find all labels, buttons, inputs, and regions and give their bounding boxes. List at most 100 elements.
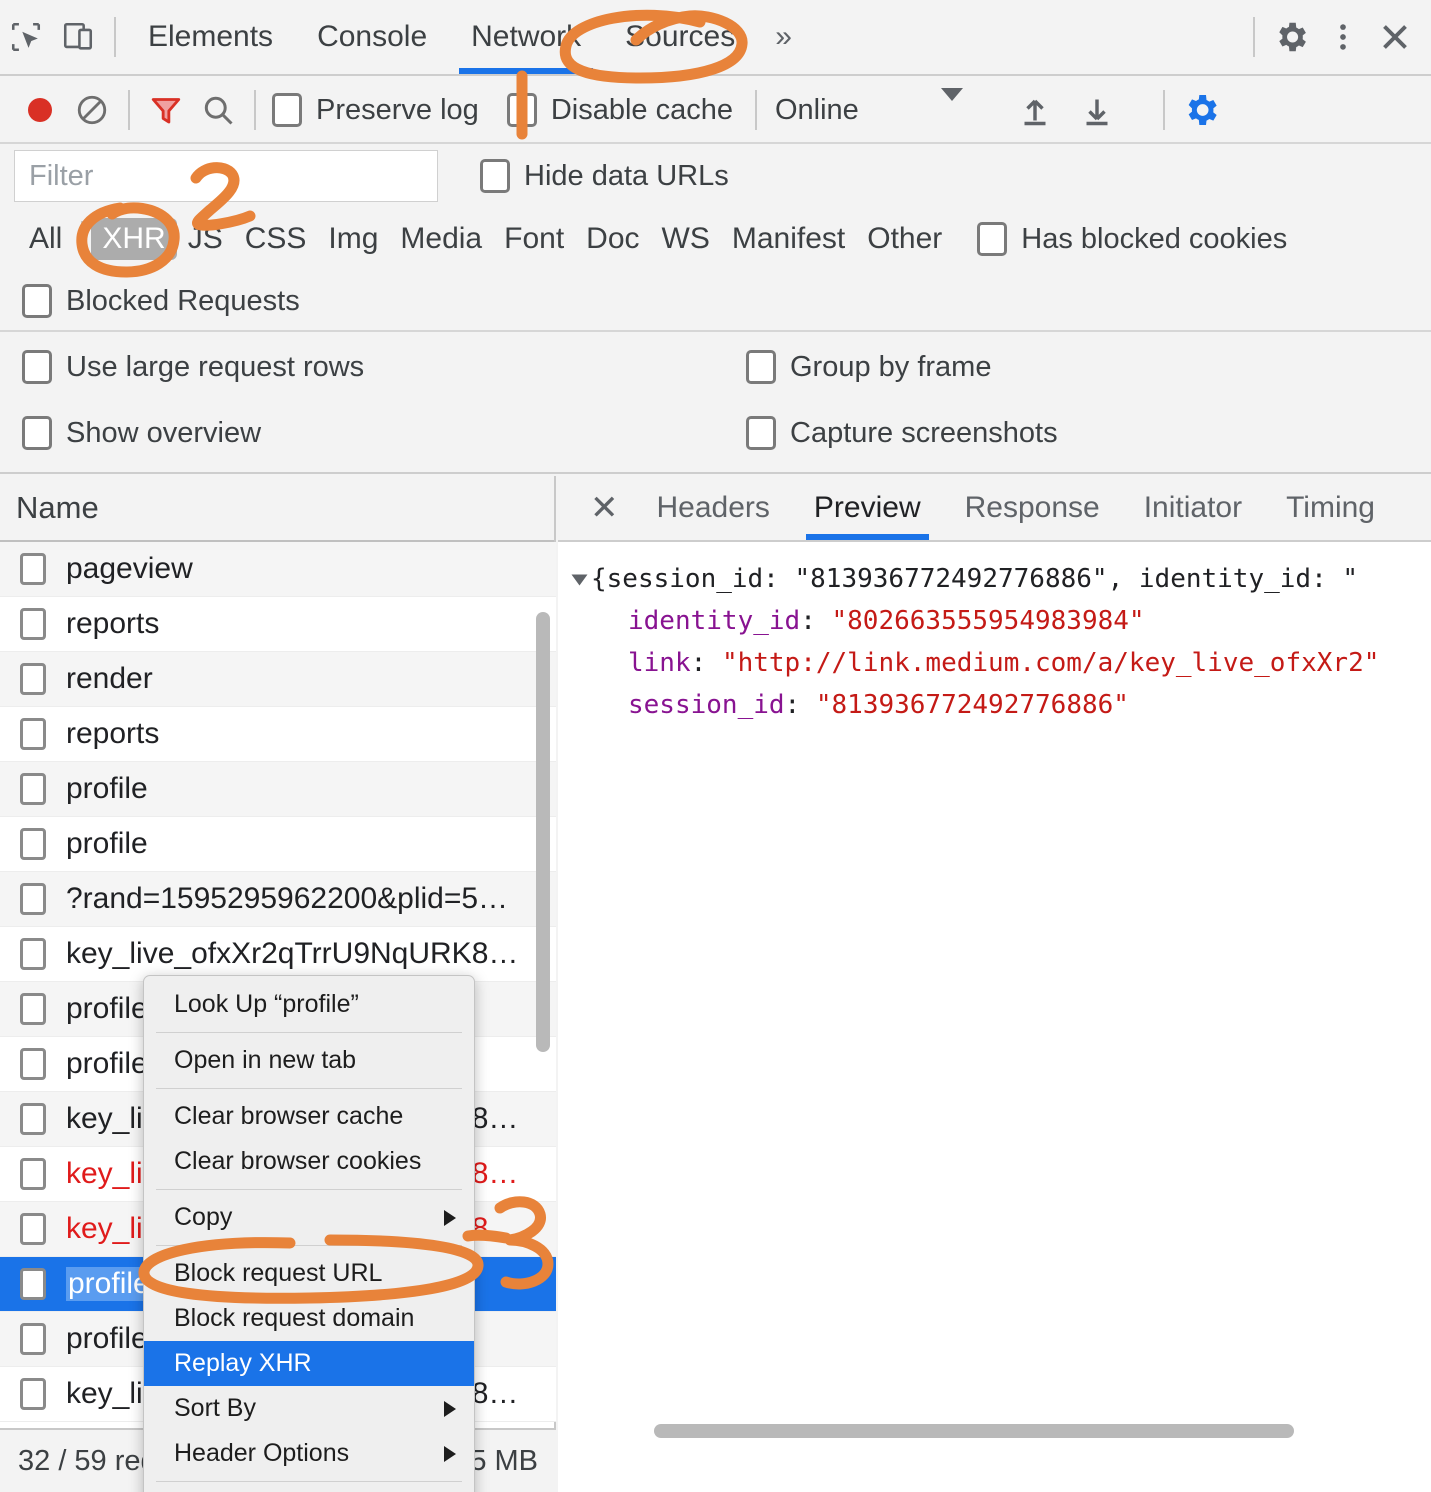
show-overview-checkbox[interactable]: Show overview	[22, 416, 261, 450]
inspect-element-icon[interactable]	[0, 11, 52, 63]
table-row[interactable]: key_live_ofxXr2qTrrU9NqURK8…	[0, 927, 556, 982]
tab-console[interactable]: Console	[295, 0, 449, 74]
table-row[interactable]: reports	[0, 597, 556, 652]
filter-type-ws[interactable]: WS	[651, 218, 721, 260]
tab-elements[interactable]: Elements	[126, 0, 295, 74]
filter-type-img[interactable]: Img	[317, 218, 389, 260]
context-menu[interactable]: Look Up “profile” Open in new tab Clear …	[143, 975, 475, 1492]
gear-icon[interactable]	[1265, 11, 1317, 63]
row-checkbox[interactable]	[20, 663, 46, 695]
device-toolbar-icon[interactable]	[52, 11, 104, 63]
table-row[interactable]: render	[0, 652, 556, 707]
table-row[interactable]: profile	[0, 817, 556, 872]
preserve-log-checkbox[interactable]: Preserve log	[272, 93, 479, 127]
capture-screenshots-checkbox[interactable]: Capture screenshots	[746, 416, 1058, 450]
disable-cache-label: Disable cache	[551, 94, 733, 127]
table-row[interactable]: pageview	[0, 542, 556, 597]
filter-type-doc[interactable]: Doc	[575, 218, 650, 260]
use-large-request-rows-box[interactable]	[22, 350, 52, 384]
row-checkbox[interactable]	[20, 1103, 46, 1135]
row-checkbox[interactable]	[20, 828, 46, 860]
group-by-frame-box[interactable]	[746, 350, 776, 384]
menu-item-clear-browser-cache[interactable]: Clear browser cache	[144, 1094, 474, 1139]
tab-timing[interactable]: Timing	[1264, 476, 1397, 540]
tab-preview[interactable]: Preview	[792, 476, 943, 540]
row-checkbox[interactable]	[20, 1048, 46, 1080]
row-checkbox[interactable]	[20, 1323, 46, 1355]
tab-sources[interactable]: Sources	[603, 0, 757, 74]
row-checkbox[interactable]	[20, 938, 46, 970]
group-by-frame-checkbox[interactable]: Group by frame	[746, 350, 991, 384]
export-har-icon[interactable]	[1071, 84, 1123, 136]
expand-triangle-icon[interactable]	[572, 574, 588, 585]
search-input[interactable]: Filter	[14, 150, 438, 202]
has-blocked-cookies-box[interactable]	[977, 222, 1007, 256]
import-har-icon[interactable]	[1009, 84, 1061, 136]
row-checkbox[interactable]	[20, 1213, 46, 1245]
table-row[interactable]: profile	[0, 762, 556, 817]
filter-button[interactable]	[140, 84, 192, 136]
filter-type-other[interactable]: Other	[856, 218, 953, 260]
row-checkbox[interactable]	[20, 1378, 46, 1410]
row-checkbox[interactable]	[20, 883, 46, 915]
blocked-requests-checkbox[interactable]: Blocked Requests	[22, 284, 300, 318]
capture-screenshots-label: Capture screenshots	[790, 417, 1058, 450]
filter-type-css[interactable]: CSS	[234, 218, 318, 260]
column-header-name[interactable]: Name	[0, 476, 554, 542]
use-large-request-rows-checkbox[interactable]: Use large request rows	[22, 350, 364, 384]
search-button[interactable]	[192, 84, 244, 136]
menu-item-block-request-url[interactable]: Block request URL	[144, 1251, 474, 1296]
json-preview[interactable]: {session_id: "813936772492776886", ident…	[558, 544, 1431, 1444]
clear-button[interactable]	[66, 84, 118, 136]
filter-type-font[interactable]: Font	[493, 218, 575, 260]
tab-headers[interactable]: Headers	[635, 476, 792, 540]
table-row[interactable]: reports	[0, 707, 556, 762]
json-field-row: link: "http://link.medium.com/a/key_live…	[574, 642, 1431, 684]
preserve-log-box[interactable]	[272, 93, 302, 127]
throttling-select[interactable]: Online	[775, 94, 859, 127]
filter-type-manifest[interactable]: Manifest	[721, 218, 856, 260]
table-row[interactable]: ?rand=1595295962200&plid=5…	[0, 872, 556, 927]
menu-item-sort-by[interactable]: Sort By	[144, 1386, 474, 1431]
record-button[interactable]	[14, 84, 66, 136]
filter-type-xhr[interactable]: XHR	[91, 218, 176, 260]
show-overview-box[interactable]	[22, 416, 52, 450]
row-checkbox[interactable]	[20, 718, 46, 750]
row-checkbox[interactable]	[20, 1158, 46, 1190]
hide-data-urls-checkbox[interactable]: Hide data URLs	[480, 159, 729, 193]
row-checkbox[interactable]	[20, 608, 46, 640]
close-detail-icon[interactable]: ✕	[574, 488, 635, 528]
row-checkbox[interactable]	[20, 773, 46, 805]
three-dots-icon[interactable]	[1317, 11, 1369, 63]
row-checkbox[interactable]	[20, 553, 46, 585]
menu-item-clear-browser-cookies[interactable]: Clear browser cookies	[144, 1139, 474, 1184]
filter-type-media[interactable]: Media	[389, 218, 493, 260]
preview-horizontal-scrollbar[interactable]	[654, 1424, 1294, 1438]
filter-type-all[interactable]: All	[18, 218, 73, 260]
tab-initiator[interactable]: Initiator	[1122, 476, 1264, 540]
network-settings-gear-icon[interactable]	[1175, 84, 1227, 136]
menu-item-open-in-new-tab[interactable]: Open in new tab	[144, 1038, 474, 1083]
capture-screenshots-box[interactable]	[746, 416, 776, 450]
blocked-requests-box[interactable]	[22, 284, 52, 318]
disable-cache-checkbox[interactable]: Disable cache	[507, 93, 733, 127]
close-icon[interactable]	[1369, 11, 1421, 63]
menu-item-look-up[interactable]: Look Up “profile”	[144, 982, 474, 1027]
menu-item-block-request-domain[interactable]: Block request domain	[144, 1296, 474, 1341]
list-vertical-scrollbar[interactable]	[536, 612, 550, 1052]
menu-item-replay-xhr[interactable]: Replay XHR	[144, 1341, 474, 1386]
menu-item-header-options[interactable]: Header Options	[144, 1431, 474, 1476]
tab-response[interactable]: Response	[943, 476, 1122, 540]
menu-item-copy[interactable]: Copy	[144, 1195, 474, 1240]
filter-type-js[interactable]: JS	[177, 218, 234, 260]
row-checkbox[interactable]	[20, 1268, 46, 1300]
has-blocked-cookies-checkbox[interactable]: Has blocked cookies	[977, 222, 1287, 256]
row-checkbox[interactable]	[20, 993, 46, 1025]
menu-item-save-all-as-har[interactable]: Save all as HAR with content	[144, 1487, 474, 1492]
hide-data-urls-box[interactable]	[480, 159, 510, 193]
tab-network[interactable]: Network	[449, 0, 603, 74]
disable-cache-box[interactable]	[507, 93, 537, 127]
chevron-down-icon[interactable]	[941, 101, 963, 119]
json-root-line[interactable]: {session_id: "813936772492776886", ident…	[574, 558, 1431, 600]
more-tabs-icon[interactable]: »	[757, 20, 810, 54]
